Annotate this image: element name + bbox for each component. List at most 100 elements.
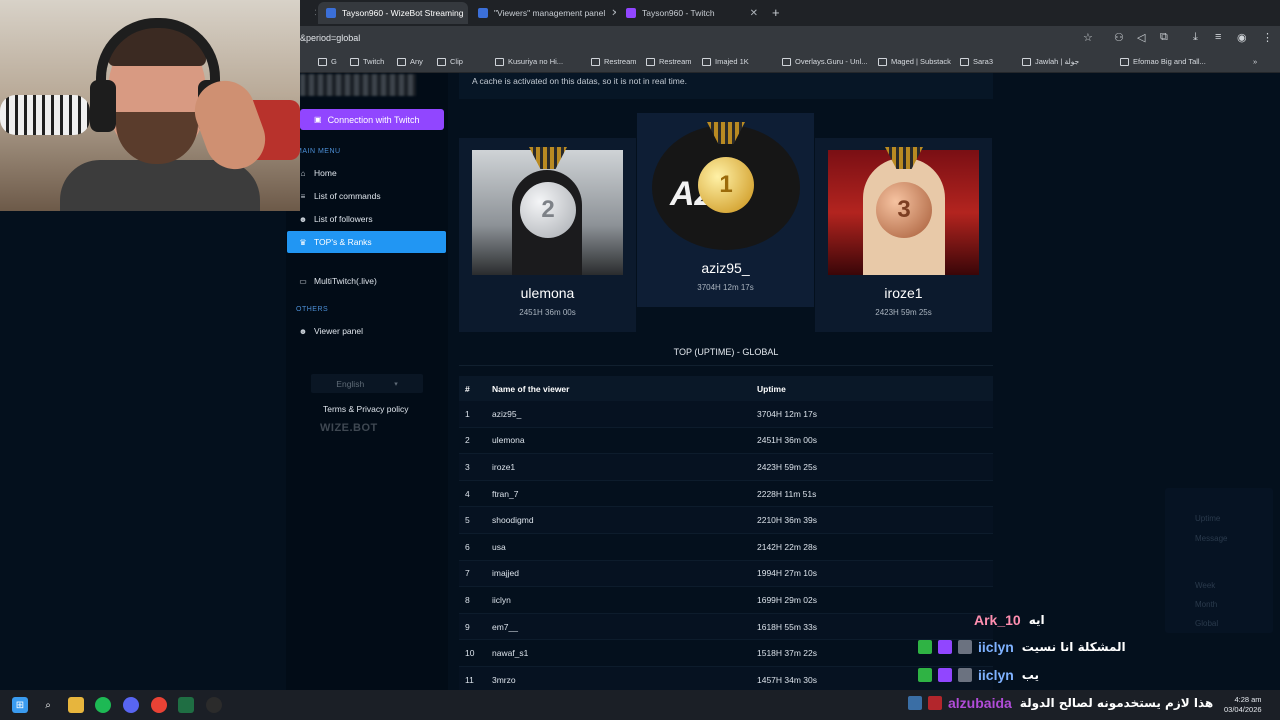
rank-cell: 9 <box>465 621 470 632</box>
puzzle-icon[interactable]: ⧉ <box>1160 31 1168 44</box>
bookmark-star-icon[interactable]: ☆ <box>1083 31 1093 44</box>
viewer-name-cell[interactable]: iiclyn <box>492 595 757 605</box>
podium-name: ulemona <box>520 285 575 301</box>
column-header[interactable]: Uptime <box>757 384 993 394</box>
trophy-icon: ♛ <box>299 237 307 247</box>
viewer-name-cell[interactable]: ulemona <box>492 435 757 445</box>
uptime-cell: 1699H 29m 02s <box>757 594 818 605</box>
chat-username: Ark_10 <box>974 612 1021 628</box>
bookmark-item[interactable]: Restream <box>646 57 692 66</box>
obs-icon[interactable] <box>206 697 222 713</box>
chrome-icon[interactable] <box>151 697 167 713</box>
rank-cell: 3 <box>465 461 470 472</box>
bookmark-item[interactable]: Overlays.Guru - Unl... <box>782 57 868 66</box>
tab-twitch[interactable]: Tayson960 - Twitch ✕ <box>618 2 766 24</box>
chat-message: Ark_10 ايه <box>974 612 1045 628</box>
viewer-name-cell[interactable]: em7__ <box>492 622 757 632</box>
viewer-name-cell[interactable]: imajjed <box>492 568 757 578</box>
table-row: 3 iroze1 2423H 59m 25s <box>459 454 993 481</box>
new-tab-button[interactable]: + <box>772 5 780 20</box>
tab-close-icon[interactable]: ✕ <box>300 2 316 24</box>
search-icon[interactable]: ⌕ <box>40 697 56 713</box>
ghost-item: Global <box>1195 619 1219 628</box>
column-header[interactable]: Name of the viewer <box>492 384 757 394</box>
viewer-name-cell[interactable]: 3mrzo <box>492 675 757 685</box>
url-input[interactable]: &period=global <box>300 33 360 43</box>
sidebar-item-followers[interactable]: ☻ List of followers <box>296 208 446 230</box>
sidebar-item-multitwitch[interactable]: ▭ MultiTwitch(.live) <box>296 270 446 292</box>
close-icon[interactable]: ✕ <box>463 8 468 19</box>
bookmark-item[interactable]: Imajed 1K <box>702 57 749 66</box>
chat-username: iiclyn <box>978 667 1014 683</box>
sidebar-item-viewer-panel[interactable]: ☻ Viewer panel <box>296 320 446 342</box>
bookmark-item[interactable]: Sara3 <box>960 57 993 66</box>
chat-username: iiclyn <box>978 639 1014 655</box>
clock-date: 03/04/2026 <box>1224 705 1262 714</box>
bookmark-item[interactable]: Clip <box>437 57 463 66</box>
connect-twitch-button[interactable]: ▣ Connection with Twitch <box>300 109 444 130</box>
tab-viewers-panel[interactable]: "Viewers" management panel ✕ <box>470 2 616 24</box>
site-logo <box>300 74 416 96</box>
bookmark-item[interactable]: Twitch <box>350 57 384 66</box>
divider <box>459 365 993 366</box>
folder-icon <box>437 57 446 66</box>
sidebar-item-commands[interactable]: ≡ List of commands <box>296 185 446 207</box>
viewer-name-cell[interactable]: usa <box>492 542 757 552</box>
rank-cell: 2 <box>465 435 470 446</box>
media-icon[interactable]: ≡ <box>1215 31 1221 43</box>
restream-icon <box>646 57 655 66</box>
bookmark-item[interactable]: G <box>318 57 337 66</box>
profile-icon[interactable]: ◉ <box>1237 31 1247 44</box>
uptime-cell: 2228H 11m 51s <box>757 488 817 499</box>
viewer-name-cell[interactable]: aziz95_ <box>492 409 757 419</box>
language-select[interactable]: English ▾ <box>311 374 423 393</box>
excel-icon[interactable] <box>178 697 194 713</box>
rank-cell: 11 <box>465 674 474 685</box>
close-icon[interactable]: ✕ <box>744 8 758 19</box>
sidebar-item-tops-ranks[interactable]: ♛ TOP's & Ranks <box>287 231 446 253</box>
subscriber-badge-icon <box>938 640 952 654</box>
bookmark-item[interactable]: Maged | Substack <box>878 57 951 66</box>
restream-icon <box>591 57 600 66</box>
webcam-overlay <box>0 0 300 211</box>
podium-time: 3704H 12m 17s <box>697 283 754 292</box>
viewer-name-cell[interactable]: shoodigmd <box>492 515 757 525</box>
discord-icon[interactable] <box>123 697 139 713</box>
start-icon[interactable]: ⊞ <box>12 697 28 713</box>
faded-side-panel <box>1165 488 1273 633</box>
uptime-cell: 2210H 36m 39s <box>757 515 818 526</box>
table-row: 10 nawaf_s1 1518H 37m 22s <box>459 640 993 667</box>
viewer-name-cell[interactable]: nawaf_s1 <box>492 648 757 658</box>
close-icon[interactable]: ✕ <box>605 8 616 19</box>
page-icon <box>960 57 969 66</box>
extension-icon[interactable]: ⚇ <box>1114 31 1124 44</box>
tab-wizebot[interactable]: Tayson960 - WizeBot Streaming ✕ <box>318 2 468 24</box>
bookmark-item[interactable]: Restream <box>591 57 637 66</box>
download-icon[interactable]: ⤓ <box>1193 31 1198 44</box>
verified-badge-icon <box>918 640 932 654</box>
file-explorer-icon[interactable] <box>68 697 84 713</box>
table-row: 4 ftran_7 2228H 11m 51s <box>459 481 993 508</box>
rank-cell: 4 <box>465 488 470 499</box>
mute-icon[interactable]: ◁ <box>1137 31 1145 44</box>
sword-badge-icon <box>958 640 972 654</box>
bookmark-item[interactable]: Any <box>397 57 423 66</box>
spotify-icon[interactable] <box>95 697 111 713</box>
bookmark-item[interactable]: Kusuriya no Hi... <box>495 57 563 66</box>
menu-icon[interactable]: ⋮ <box>1262 31 1273 44</box>
bookmark-item[interactable]: Efomao Big and Tall... <box>1120 57 1206 66</box>
viewer-name-cell[interactable]: ftran_7 <box>492 489 757 499</box>
column-header[interactable]: # <box>459 384 492 394</box>
table-row: 7 imajjed 1994H 27m 10s <box>459 560 993 588</box>
viewer-name-cell[interactable]: iroze1 <box>492 462 757 472</box>
clock-time: 4:28 am <box>1234 695 1262 704</box>
table-row: 2 ulemona 2451H 36m 00s <box>459 428 993 455</box>
more-bookmarks-icon[interactable]: » <box>1253 57 1257 66</box>
terms-link[interactable]: Terms & Privacy policy <box>323 404 409 414</box>
podium-time: 2451H 36m 00s <box>519 308 576 317</box>
bookmark-item[interactable]: Jawlah | جولة <box>1022 57 1079 66</box>
table-row: 8 iiclyn 1699H 29m 02s <box>459 587 993 614</box>
rank-cell: 8 <box>465 594 470 605</box>
sidebar-item-home[interactable]: ⌂ Home <box>296 162 446 184</box>
system-clock[interactable]: 4:28 am 03/04/2026 <box>1224 695 1262 715</box>
